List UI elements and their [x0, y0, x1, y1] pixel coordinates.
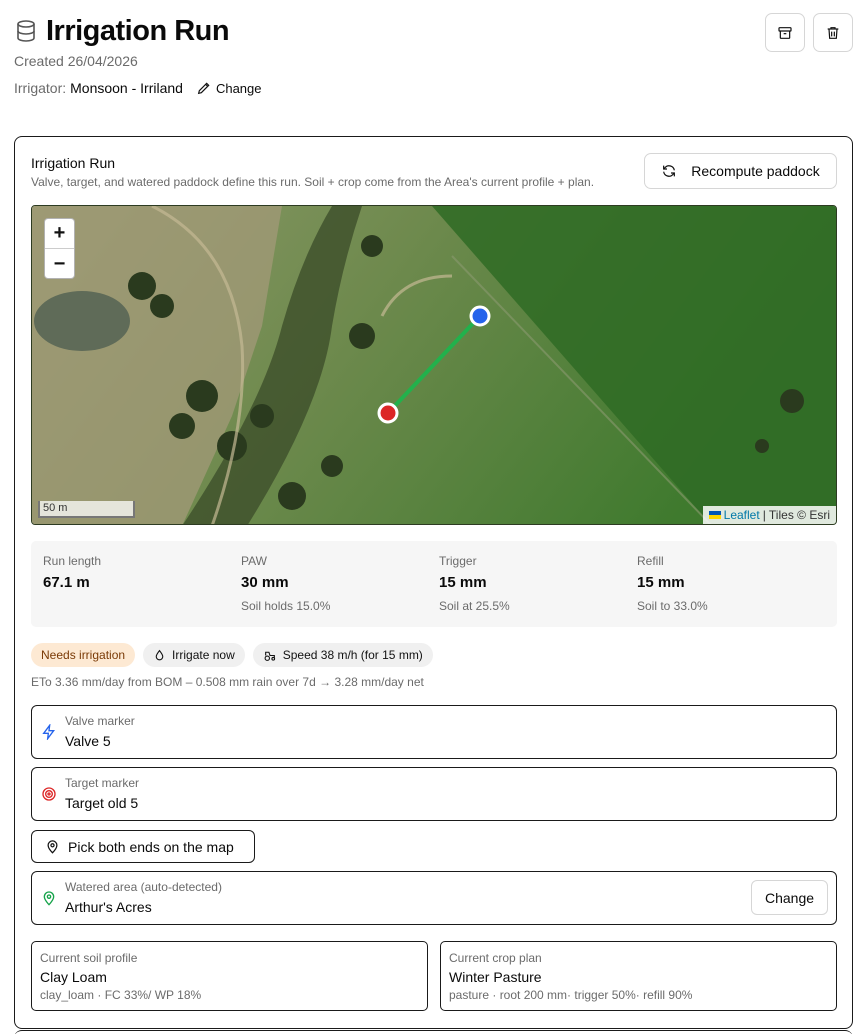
archive-button[interactable]	[765, 13, 805, 52]
recompute-label: Recompute paddock	[691, 163, 820, 179]
change-area-button[interactable]: Change	[751, 880, 828, 915]
irrigation-run-card: Irrigation Run Valve, target, and watere…	[14, 136, 853, 1029]
run-stats: Run length 67.1 m PAW 30 mm Soil holds 1…	[31, 541, 837, 627]
trash-icon	[827, 26, 839, 39]
valve-marker-value: Valve 5	[65, 733, 111, 749]
soil-profile-value: Clay Loam	[40, 969, 107, 985]
crop-plan-box: Current crop plan Winter Pasture pasture…	[440, 941, 837, 1011]
stat-paw: PAW 30 mm Soil holds 15.0%	[241, 554, 330, 613]
pick-ends-button[interactable]: Pick both ends on the map	[31, 830, 255, 863]
eto-summary: ETo 3.36 mm/day from BOM – 0.508 mm rain…	[31, 675, 424, 689]
stat-label: Refill	[637, 554, 664, 568]
satellite-imagery	[32, 206, 836, 524]
map-pin-icon	[43, 891, 55, 906]
irrigator-value: Monsoon - Irriland	[70, 80, 183, 96]
title-row: Irrigation Run	[14, 12, 853, 50]
lightning-icon	[42, 724, 55, 740]
crop-plan-label: Current crop plan	[449, 951, 542, 965]
stat-sub: Soil at 25.5%	[439, 599, 510, 613]
delete-button[interactable]	[813, 13, 853, 52]
leaflet-link[interactable]: Leaflet	[724, 508, 760, 522]
valve-marker-label: Valve marker	[65, 714, 135, 728]
stat-label: Run length	[43, 554, 102, 568]
status-badges: Needs irrigation Irrigate now Speed 38 m…	[31, 643, 433, 667]
crop-plan-value: Winter Pasture	[449, 969, 542, 985]
stat-value: 15 mm	[637, 574, 685, 591]
tractor-icon	[264, 651, 275, 661]
target-icon	[42, 787, 56, 801]
target-marker-value: Target old 5	[65, 795, 139, 811]
ukraine-flag-icon	[708, 511, 721, 519]
next-card-edge	[14, 1030, 853, 1034]
card-title: Irrigation Run	[31, 155, 116, 171]
valve-marker-field[interactable]: Valve marker Valve 5	[31, 705, 837, 759]
watered-area-label: Watered area (auto-detected)	[65, 880, 222, 894]
watered-area-field: Watered area (auto-detected) Arthur's Ac…	[31, 871, 837, 925]
irrigate-now-badge: Irrigate now	[143, 643, 245, 667]
database-icon	[17, 20, 35, 42]
stat-run-length: Run length 67.1 m	[43, 554, 101, 591]
stat-value: 15 mm	[439, 574, 487, 591]
stat-value: 30 mm	[241, 574, 289, 591]
needs-irrigation-badge: Needs irrigation	[31, 643, 136, 667]
zoom-control: + −	[44, 218, 75, 279]
soil-profile-box: Current soil profile Clay Loam clay_loam…	[31, 941, 428, 1011]
soil-profile-detail: clay_loam · FC 33%/ WP 18%	[40, 988, 202, 1002]
map-attribution: Leaflet | Tiles © Esri	[702, 506, 836, 524]
stat-label: Trigger	[439, 554, 477, 568]
irrigator-row: Irrigator: Monsoon - Irriland Change	[14, 80, 853, 96]
pick-ends-label: Pick both ends on the map	[68, 838, 234, 855]
pencil-icon	[197, 82, 210, 95]
recompute-paddock-button[interactable]: Recompute paddock	[644, 153, 837, 189]
stat-label: PAW	[241, 554, 267, 568]
valve-marker-pin	[469, 305, 491, 327]
change-irrigator-label: Change	[215, 80, 262, 96]
tiles-credit: | Tiles © Esri	[762, 508, 830, 522]
card-description: Valve, target, and watered paddock defin…	[31, 175, 595, 189]
irrigate-now-label: Irrigate now	[172, 648, 235, 662]
speed-badge: Speed 38 m/h (for 15 mm)	[252, 643, 433, 667]
stat-sub: Soil holds 15.0%	[241, 599, 331, 613]
crop-plan-detail: pasture · root 200 mm· trigger 50%· refi…	[449, 988, 693, 1002]
stat-refill: Refill 15 mm Soil to 33.0%	[637, 554, 708, 613]
stat-sub: Soil to 33.0%	[637, 599, 708, 613]
soil-profile-label: Current soil profile	[40, 951, 138, 965]
zoom-in-button[interactable]: +	[45, 219, 74, 249]
created-date: Created 26/04/2026	[14, 53, 138, 69]
map-scale: 50 m	[38, 501, 135, 518]
irrigator-label: Irrigator:	[14, 80, 67, 96]
target-marker-pin	[377, 402, 399, 424]
zoom-out-button[interactable]: −	[45, 249, 74, 279]
speed-label: Speed 38 m/h (for 15 mm)	[282, 648, 423, 662]
stat-value: 67.1 m	[43, 574, 90, 591]
watered-area-value: Arthur's Acres	[65, 899, 152, 915]
droplet-timer-icon	[155, 649, 164, 660]
refresh-icon	[663, 165, 676, 177]
map-pin-icon	[47, 840, 58, 854]
archive-icon	[778, 26, 792, 39]
page-title: Irrigation Run	[46, 14, 230, 47]
target-marker-label: Target marker	[65, 776, 140, 790]
page-header: Irrigation Run Created 26/04/2026 Irriga…	[14, 12, 853, 108]
map-view[interactable]: + − 50 m Leaflet | Tiles © Esri	[31, 205, 837, 525]
stat-trigger: Trigger 15 mm Soil at 25.5%	[439, 554, 510, 613]
target-marker-field[interactable]: Target marker Target old 5	[31, 767, 837, 821]
change-irrigator-button[interactable]: Change	[196, 80, 262, 96]
